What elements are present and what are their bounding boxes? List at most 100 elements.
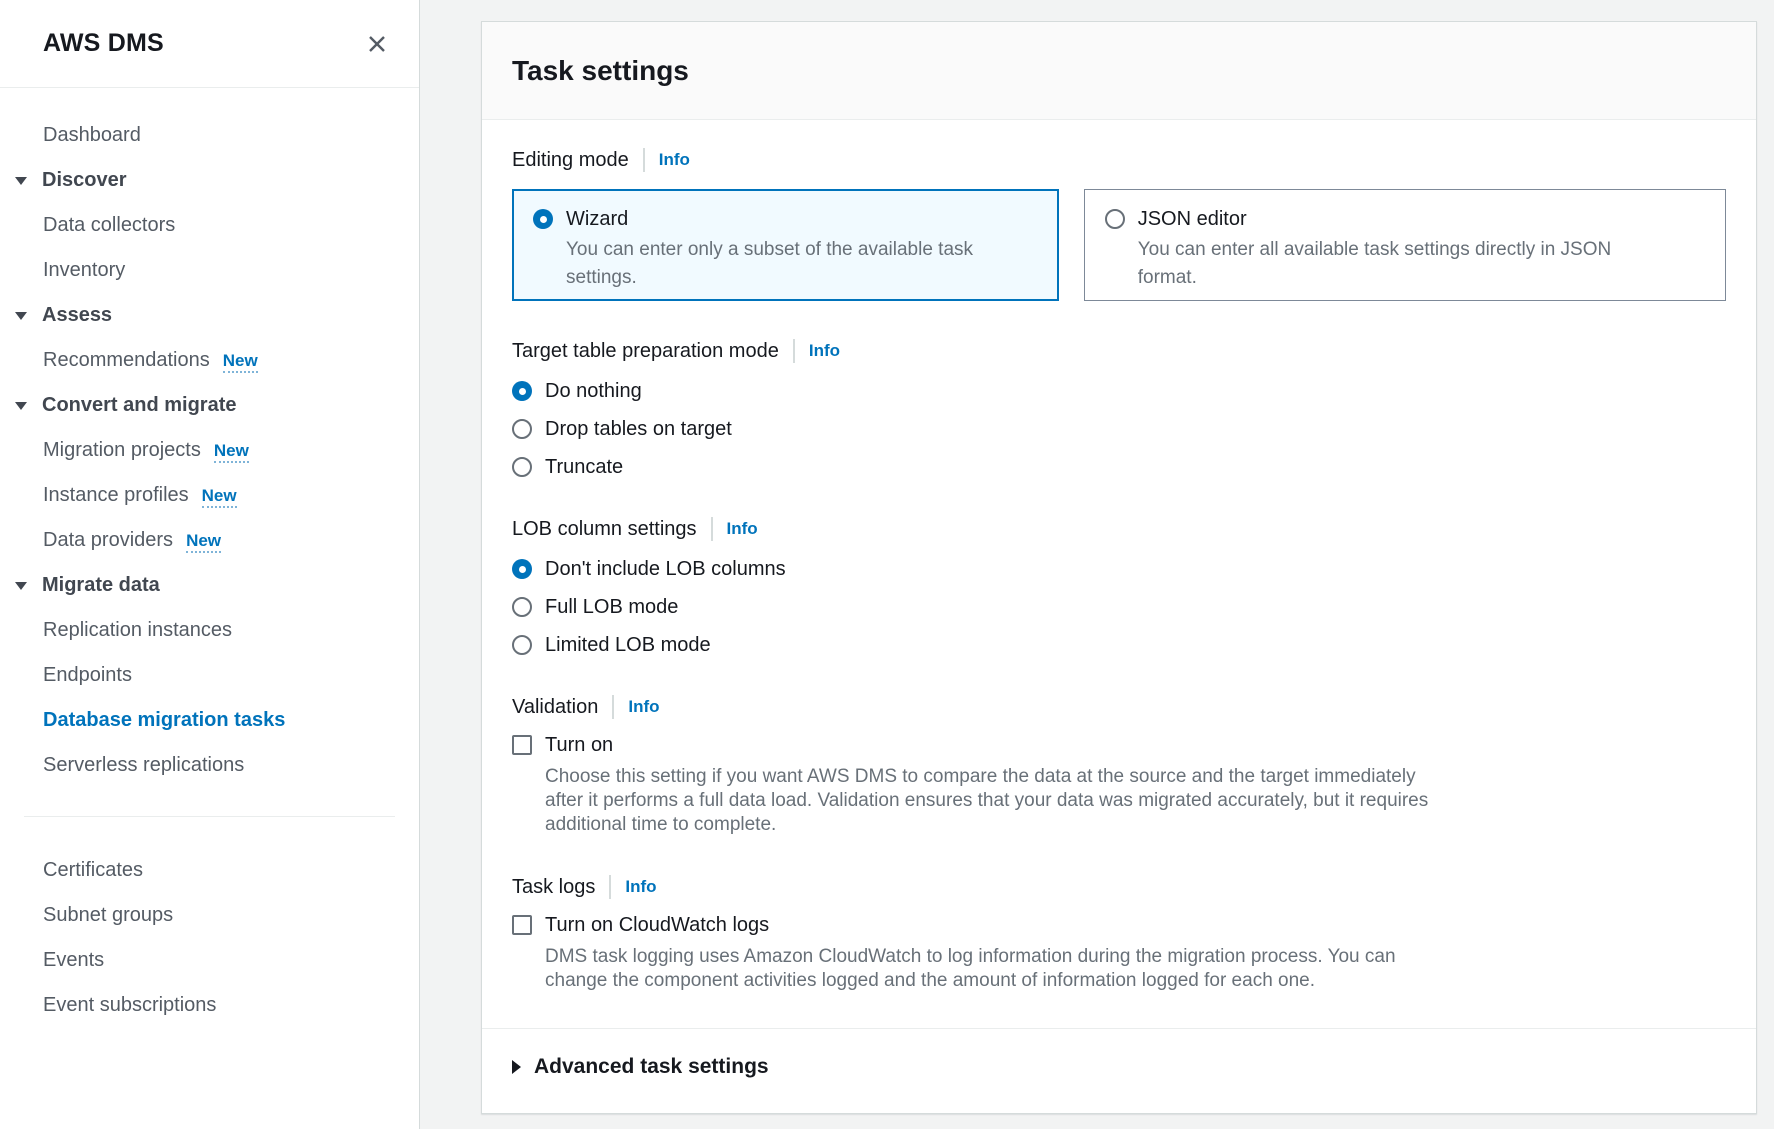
caret-down-icon <box>15 312 27 320</box>
sidebar-section-discover[interactable]: Discover <box>0 169 419 192</box>
target-table-prep-label-row: Target table preparation mode Info <box>512 339 1726 363</box>
radio-option-label: Don't include LOB columns <box>545 558 786 581</box>
tile-json-editor[interactable]: JSON editor You can enter all available … <box>1084 189 1726 301</box>
radio-option-dont-include-lob[interactable]: Don't include LOB columns <box>512 557 1726 581</box>
radio-json-editor[interactable] <box>1105 209 1125 229</box>
sidebar-item-serverless-replications[interactable]: Serverless replications <box>0 754 419 777</box>
new-badge[interactable]: New <box>223 351 258 373</box>
sidebar-item-label: Subnet groups <box>43 904 173 926</box>
sidebar-item-dashboard[interactable]: Dashboard <box>0 124 419 147</box>
cloudwatch-logs-checkbox[interactable] <box>512 915 532 935</box>
description-line: format. <box>1138 264 1705 292</box>
tile-wizard-top: Wizard <box>533 207 1038 231</box>
sidebar-item-recommendations[interactable]: RecommendationsNew <box>0 349 419 372</box>
radio-option-label: Do nothing <box>545 380 642 403</box>
new-badge[interactable]: New <box>186 531 221 553</box>
tile-wizard-description: You can enter only a subset of the avail… <box>566 236 1038 292</box>
caret-right-icon <box>512 1060 521 1074</box>
sidebar-item-label: Endpoints <box>43 664 132 686</box>
radio-full-lob-mode[interactable] <box>512 597 532 617</box>
sidebar-item-label: Event subscriptions <box>43 994 216 1016</box>
sidebar-item-certificates[interactable]: Certificates <box>0 859 419 882</box>
new-badge[interactable]: New <box>202 486 237 508</box>
validation-turn-on-label: Turn on <box>545 734 613 757</box>
sidebar-section-migrate-data[interactable]: Migrate data <box>0 574 419 597</box>
validation-label-row: Validation Info <box>512 695 1726 719</box>
sidebar-item-events[interactable]: Events <box>0 949 419 972</box>
lob-settings-options: Don't include LOB columns Full LOB mode … <box>512 557 1726 657</box>
target-table-prep-label: Target table preparation mode <box>512 340 779 363</box>
radio-option-label: Truncate <box>545 456 623 479</box>
close-sidebar-button[interactable] <box>365 32 389 56</box>
validation-label: Validation <box>512 696 598 719</box>
tile-json-editor-top: JSON editor <box>1105 207 1705 231</box>
radio-option-full-lob-mode[interactable]: Full LOB mode <box>512 595 1726 619</box>
validation-info-link[interactable]: Info <box>628 697 659 717</box>
new-badge[interactable]: New <box>214 441 249 463</box>
caret-down-icon <box>15 402 27 410</box>
caret-down-icon <box>15 582 27 590</box>
advanced-task-settings-expander[interactable]: Advanced task settings <box>512 1055 1726 1079</box>
main-content: Task settings Editing mode Info Wizard Y… <box>421 0 1774 1129</box>
sidebar-item-data-providers[interactable]: Data providersNew <box>0 529 419 552</box>
validation-turn-on-row[interactable]: Turn on <box>512 733 1726 757</box>
radio-limited-lob-mode[interactable] <box>512 635 532 655</box>
app-title: AWS DMS <box>43 29 164 58</box>
sidebar-section-label: Discover <box>42 169 127 191</box>
sidebar-item-instance-profiles[interactable]: Instance profiles New <box>0 484 419 507</box>
sidebar-item-event-subscriptions[interactable]: Event subscriptions <box>0 994 419 1017</box>
task-logs-turn-on-row[interactable]: Turn on CloudWatch logs <box>512 913 1726 937</box>
task-logs-description: DMS task logging uses Amazon CloudWatch … <box>545 945 1726 993</box>
radio-option-do-nothing[interactable]: Do nothing <box>512 379 1726 403</box>
editing-mode-info-link[interactable]: Info <box>659 150 690 170</box>
sidebar-item-migration-projects[interactable]: Migration projectsNew <box>0 439 419 462</box>
sidebar-item-label: Certificates <box>43 859 143 881</box>
lob-settings-info-link[interactable]: Info <box>727 519 758 539</box>
sidebar-item-label: Replication instances <box>43 619 232 641</box>
radio-wizard[interactable] <box>533 209 553 229</box>
radio-option-truncate[interactable]: Truncate <box>512 455 1726 479</box>
sidebar-item-endpoints[interactable]: Endpoints <box>0 664 419 687</box>
sidebar-item-replication-instances[interactable]: Replication instances <box>0 619 419 642</box>
editing-mode-label: Editing mode <box>512 149 629 172</box>
validation-description: Choose this setting if you want AWS DMS … <box>545 765 1726 837</box>
page-title: Task settings <box>512 55 1726 87</box>
description-line: You can enter only a subset of the avail… <box>566 236 1038 292</box>
cloudwatch-logs-label: Turn on CloudWatch logs <box>545 914 769 937</box>
sidebar-item-label: Instance profiles <box>43 484 189 506</box>
sidebar-section-convert-and-migrate[interactable]: Convert and migrate <box>0 394 419 417</box>
validation-turn-on-checkbox[interactable] <box>512 735 532 755</box>
description-line: You can enter all available task setting… <box>1138 236 1705 264</box>
lob-settings-label-row: LOB column settings Info <box>512 517 1726 541</box>
radio-truncate[interactable] <box>512 457 532 477</box>
description-line: change the component activities logged a… <box>545 969 1726 993</box>
sidebar: AWS DMS Dashboard Discover Data collecto… <box>0 0 420 1129</box>
tile-json-editor-label: JSON editor <box>1138 208 1247 231</box>
description-line: after it performs a full data load. Vali… <box>545 789 1726 813</box>
target-table-prep-info-link[interactable]: Info <box>809 341 840 361</box>
sidebar-section-assess[interactable]: Assess <box>0 304 419 327</box>
lob-settings-label: LOB column settings <box>512 518 697 541</box>
tile-wizard[interactable]: Wizard You can enter only a subset of th… <box>512 189 1059 301</box>
card-header: Task settings <box>482 22 1756 120</box>
task-logs-info-link[interactable]: Info <box>625 877 656 897</box>
sidebar-item-label: Database migration tasks <box>43 709 285 731</box>
card-body: Editing mode Info Wizard You can enter o… <box>482 120 1756 993</box>
label-separator <box>609 875 611 899</box>
sidebar-item-data-collectors[interactable]: Data collectors <box>0 214 419 237</box>
sidebar-item-database-migration-tasks[interactable]: Database migration tasks <box>0 709 419 732</box>
sidebar-item-inventory[interactable]: Inventory <box>0 259 419 282</box>
radio-option-drop-tables-on-target[interactable]: Drop tables on target <box>512 417 1726 441</box>
description-line: additional time to complete. <box>545 813 1726 837</box>
tile-json-editor-description: You can enter all available task setting… <box>1138 236 1705 292</box>
sidebar-divider <box>24 816 395 817</box>
radio-drop-tables-on-target[interactable] <box>512 419 532 439</box>
radio-do-nothing[interactable] <box>512 381 532 401</box>
close-icon <box>366 33 388 55</box>
sidebar-item-label: Events <box>43 949 104 971</box>
radio-option-limited-lob-mode[interactable]: Limited LOB mode <box>512 633 1726 657</box>
sidebar-item-label: Dashboard <box>43 124 141 146</box>
sidebar-item-subnet-groups[interactable]: Subnet groups <box>0 904 419 927</box>
description-line: DMS task logging uses Amazon CloudWatch … <box>545 945 1726 969</box>
radio-dont-include-lob[interactable] <box>512 559 532 579</box>
